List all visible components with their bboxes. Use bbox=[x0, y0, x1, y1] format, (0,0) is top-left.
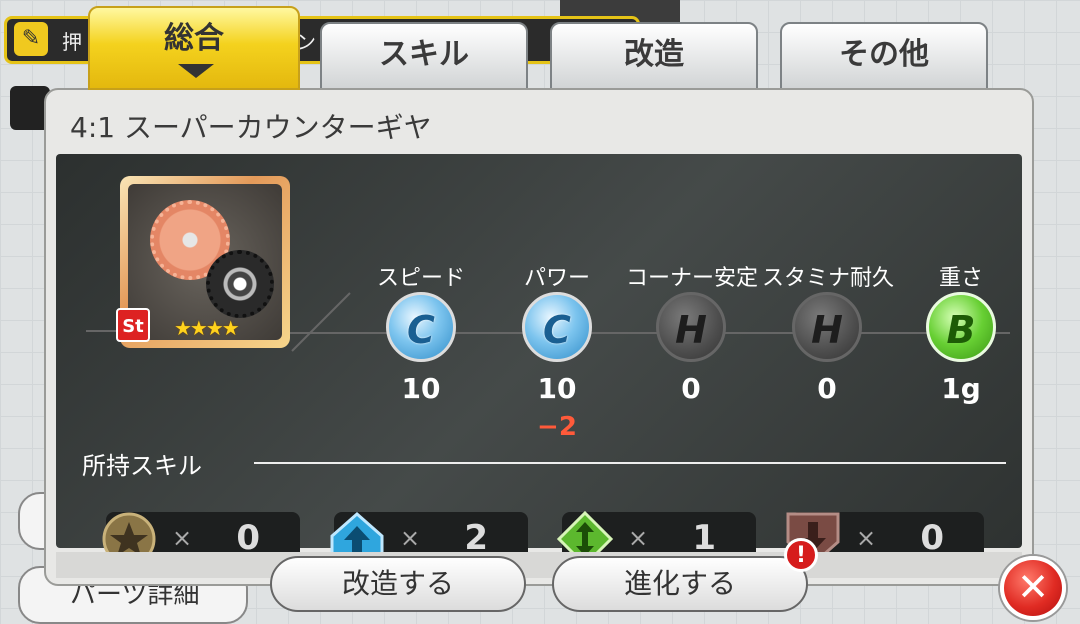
part-thumbnail[interactable]: St ★★★★ bbox=[116, 176, 290, 348]
tab-overview-label: 総合 bbox=[164, 21, 224, 56]
gear-small-icon bbox=[206, 250, 274, 318]
skills-divider bbox=[254, 462, 1006, 464]
stat-label-speed: スピード bbox=[376, 266, 465, 291]
stat-label-stamina: スタミナ耐久 bbox=[762, 266, 895, 291]
stat-value-corner: 0 bbox=[681, 372, 701, 405]
stat-label-power: パワー bbox=[523, 266, 590, 291]
skill-multiply: × bbox=[628, 524, 649, 552]
pencil-icon[interactable]: ✎ bbox=[14, 22, 48, 56]
background-top-label: 押 bbox=[62, 30, 82, 54]
stat-delta-power: −2 bbox=[537, 412, 577, 442]
modify-button[interactable]: 改造する bbox=[270, 556, 526, 612]
close-button[interactable]: ✕ bbox=[1000, 556, 1066, 620]
stat-value-weight: 1g bbox=[941, 372, 981, 405]
grade-corner-icon: H bbox=[656, 292, 726, 362]
part-detail-panel: 4:1 スーパーカウンターギヤ St ★★★★ スピード C 10 パワー C … bbox=[44, 88, 1034, 586]
grade-stamina-icon: H bbox=[792, 292, 862, 362]
grade-power-icon: C bbox=[522, 292, 592, 362]
skills-heading: 所持スキル bbox=[82, 452, 202, 480]
stat-connector-diag bbox=[291, 292, 351, 352]
skill-multiply: × bbox=[856, 524, 877, 552]
caret-down-icon bbox=[178, 64, 214, 78]
tab-skill[interactable]: スキル bbox=[320, 22, 528, 92]
grade-speed-icon: C bbox=[386, 292, 456, 362]
skill-multiply: × bbox=[400, 524, 421, 552]
stat-value-power: 10 bbox=[537, 372, 577, 405]
skill-multiply: × bbox=[172, 524, 193, 552]
tab-overview[interactable]: 総合 bbox=[88, 6, 300, 90]
part-title: 4:1 スーパーカウンターギヤ bbox=[70, 111, 432, 144]
tab-modify[interactable]: 改造 bbox=[550, 22, 758, 92]
tab-other[interactable]: その他 bbox=[780, 22, 988, 92]
rarity-stars: ★★★★ bbox=[174, 316, 240, 340]
stat-value-stamina: 0 bbox=[817, 372, 837, 405]
panel-footer bbox=[56, 552, 1022, 578]
evolve-button[interactable]: 進化する bbox=[552, 556, 808, 612]
alert-icon: ! bbox=[784, 538, 818, 572]
part-info-area: St ★★★★ スピード C 10 パワー C 10 −2 コーナー安定 H 0… bbox=[56, 154, 1022, 568]
part-type-badge: St bbox=[116, 308, 150, 342]
stat-label-weight: 重さ bbox=[938, 266, 983, 291]
stat-label-corner: コーナー安定 bbox=[626, 266, 759, 291]
stat-value-speed: 10 bbox=[401, 372, 441, 405]
grade-weight-icon: B bbox=[926, 292, 996, 362]
